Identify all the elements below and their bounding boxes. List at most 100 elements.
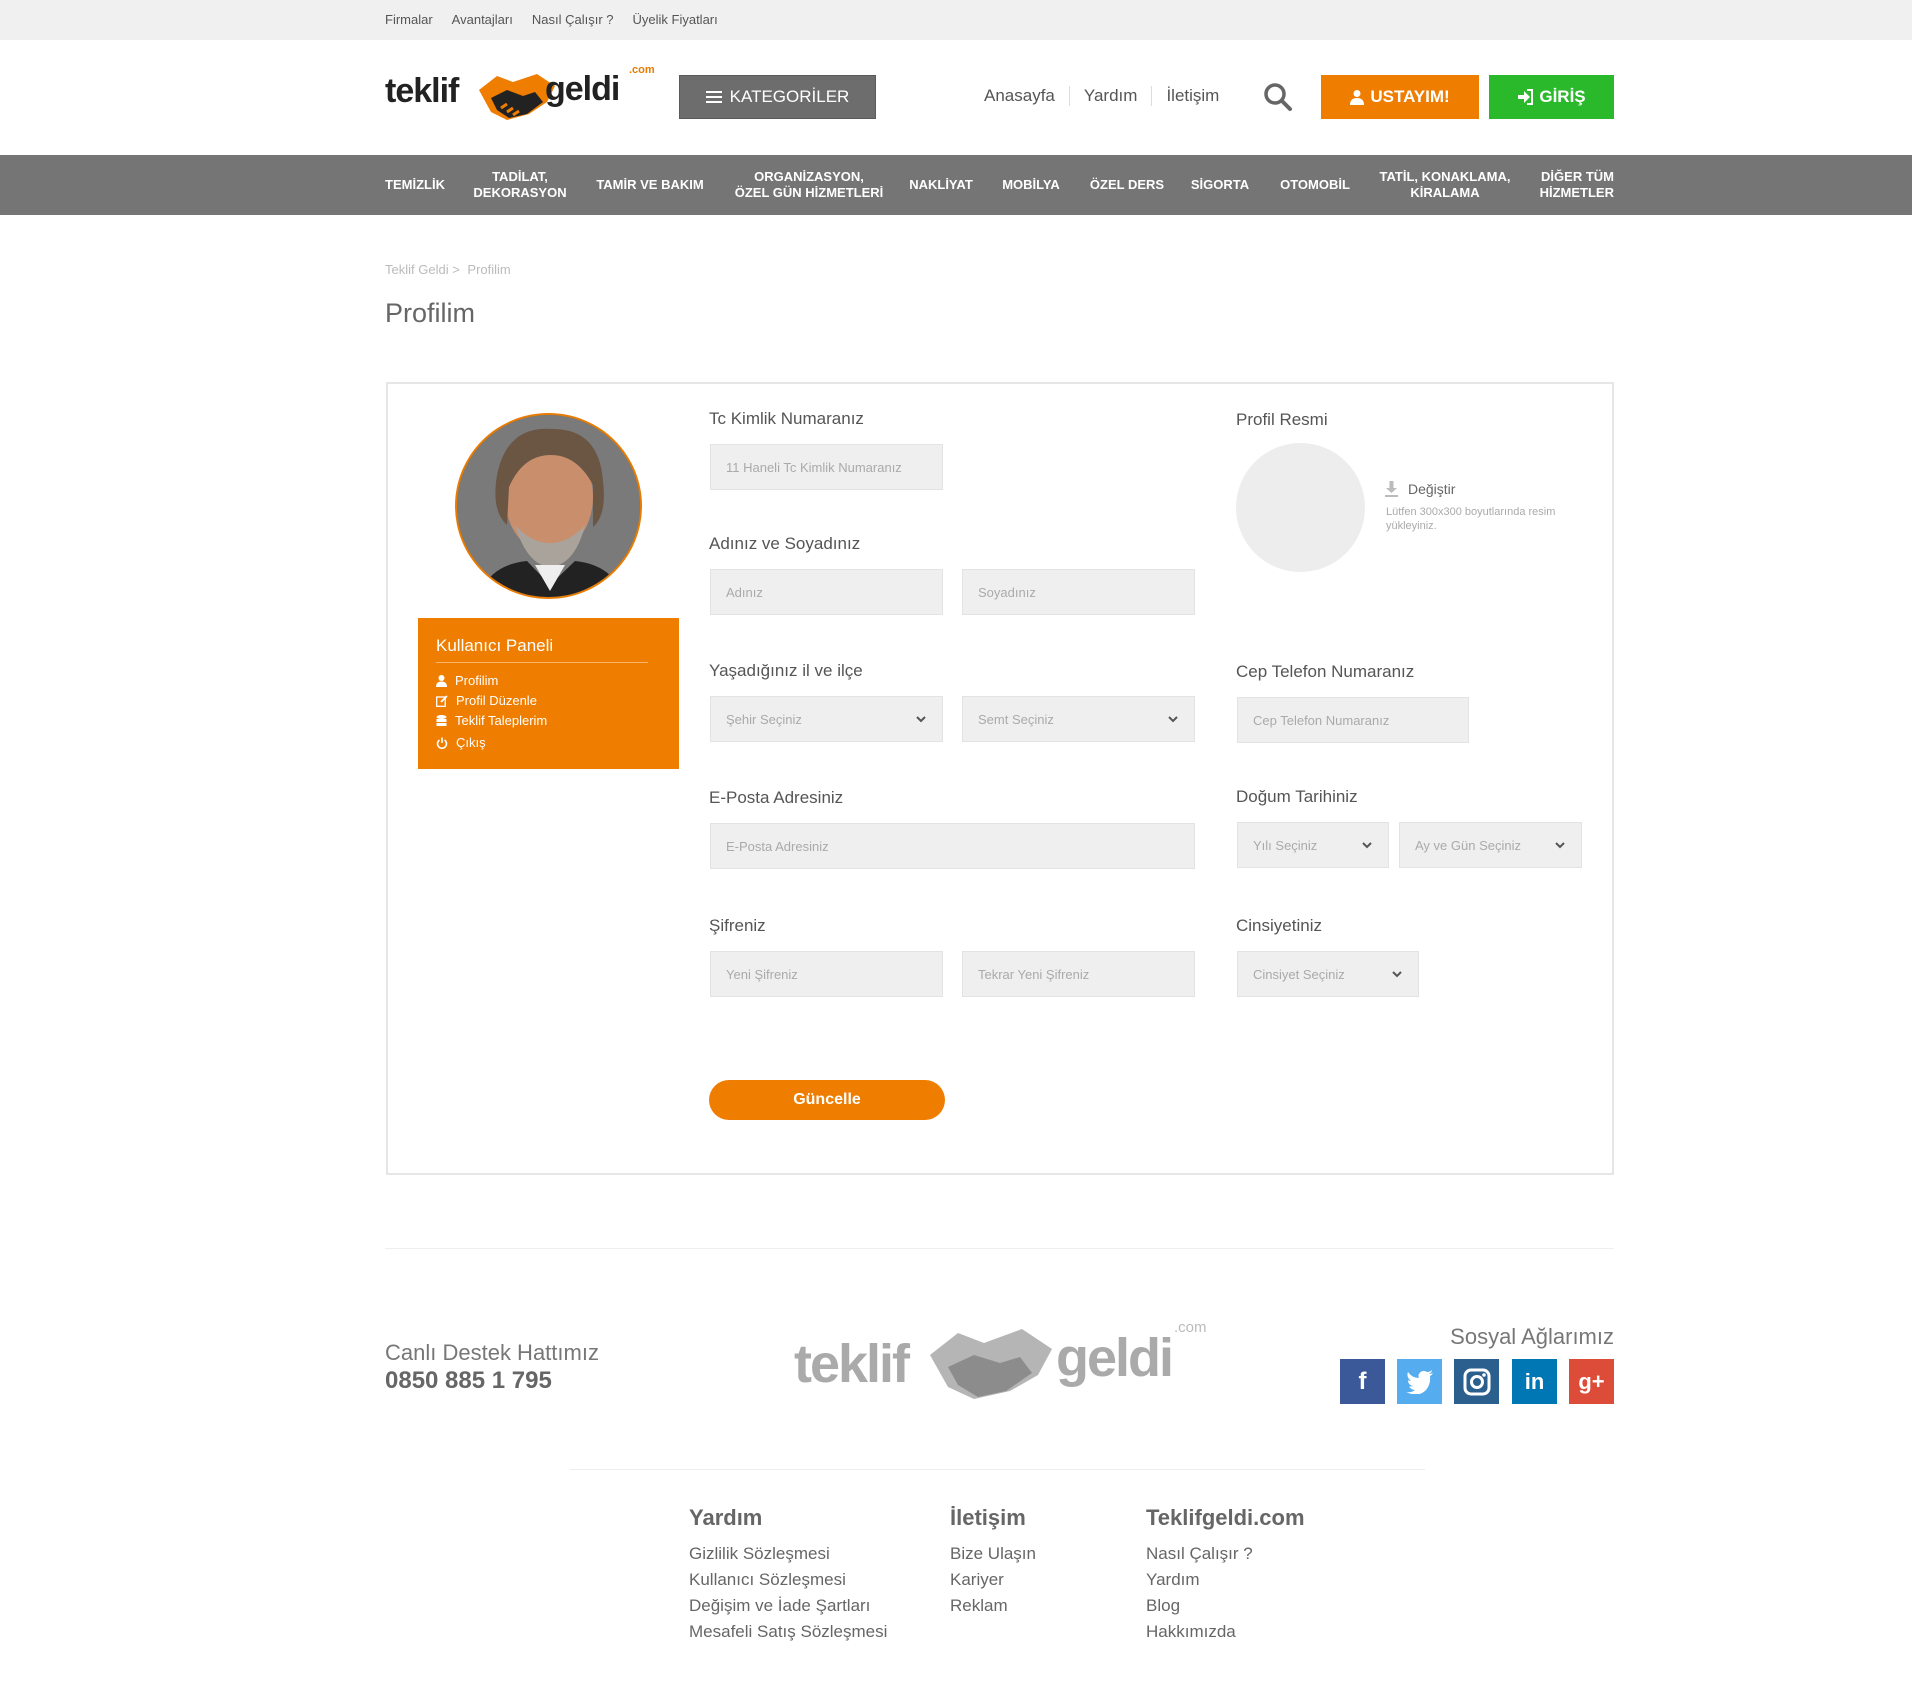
login-button[interactable]: GİRİŞ bbox=[1489, 75, 1614, 119]
category-item[interactable]: TADİLAT, DEKORASYON bbox=[470, 155, 570, 215]
footer-col-title: İletişim bbox=[950, 1505, 1026, 1530]
footer-link[interactable]: Mesafeli Satış Sözleşmesi bbox=[689, 1619, 887, 1645]
footer-link[interactable]: Bize Ulaşın bbox=[950, 1541, 1036, 1567]
facebook-icon[interactable]: f bbox=[1340, 1359, 1385, 1404]
category-item[interactable]: TAMİR VE BAKIM bbox=[594, 155, 706, 215]
nav-iletisim[interactable]: İletişim bbox=[1166, 86, 1219, 106]
category-item[interactable]: TEMİZLİK bbox=[385, 155, 445, 215]
password-label: Şifreniz bbox=[709, 916, 766, 935]
footer-link[interactable]: Gizlilik Sözleşmesi bbox=[689, 1541, 887, 1567]
birth-day-select[interactable]: Ay ve Gün Seçiniz bbox=[1399, 822, 1582, 868]
footer-col-title: Yardım bbox=[689, 1505, 763, 1530]
search-icon[interactable] bbox=[1263, 82, 1293, 112]
tc-input[interactable]: 11 Haneli Tc Kimlik Numaranız bbox=[710, 444, 943, 490]
email-label: E-Posta Adresiniz bbox=[709, 788, 844, 807]
footer-col-yardim: Yardım Gizlilik Sözleşmesi Kullanıcı Söz… bbox=[689, 1505, 887, 1645]
phone-label: Cep Telefon Numaranız bbox=[1236, 662, 1415, 681]
edit-icon bbox=[436, 694, 448, 707]
nav-anasayfa[interactable]: Anasayfa bbox=[984, 86, 1055, 106]
update-button[interactable]: Güncelle bbox=[709, 1080, 945, 1120]
breadcrumb-home[interactable]: Teklif Geldi > bbox=[385, 262, 460, 277]
photo-hint: Lütfen 300x300 boyutlarında resim yükley… bbox=[1386, 506, 1556, 532]
chevron-down-icon bbox=[916, 716, 926, 723]
panel-item-profilim[interactable]: Profilim bbox=[436, 673, 498, 688]
footer-col-iletisim: İletişim Bize Ulaşın Kariyer Reklam bbox=[950, 1505, 1036, 1619]
city-select[interactable]: Şehir Seçiniz bbox=[710, 696, 943, 742]
category-item[interactable]: TATİL, KONAKLAMA, KİRALAMA bbox=[1378, 155, 1512, 215]
category-item[interactable]: ORGANİZASYON, ÖZEL GÜN HİZMETLERİ bbox=[730, 155, 888, 215]
birth-year-select[interactable]: Yılı Seçiniz bbox=[1237, 822, 1389, 868]
menu-icon bbox=[705, 91, 722, 103]
photo-label: Profil Resmi bbox=[1236, 410, 1328, 429]
change-photo-link[interactable]: Değiştir bbox=[1385, 481, 1455, 497]
footer-link[interactable]: Nasıl Çalışır ? bbox=[1146, 1541, 1305, 1567]
footer-link[interactable]: Yardım bbox=[1146, 1567, 1305, 1593]
instagram-icon[interactable] bbox=[1454, 1359, 1499, 1404]
chevron-down-icon bbox=[1362, 842, 1372, 849]
nav-divider bbox=[1068, 86, 1070, 106]
handshake-logo-icon bbox=[930, 1329, 1052, 1399]
category-item[interactable]: SİGORTA bbox=[1190, 155, 1250, 215]
support-label: Canlı Destek Hattımız bbox=[385, 1340, 599, 1365]
chevron-down-icon bbox=[1555, 842, 1565, 849]
avatar bbox=[455, 413, 642, 599]
footer-link[interactable]: Kullanıcı Sözleşmesi bbox=[689, 1567, 887, 1593]
first-name-input[interactable]: Adınız bbox=[710, 569, 943, 615]
download-icon bbox=[1385, 481, 1398, 497]
sign-in-icon bbox=[1518, 89, 1534, 105]
google-plus-icon[interactable]: g+ bbox=[1569, 1359, 1614, 1404]
ustayim-button[interactable]: USTAYIM! bbox=[1321, 75, 1479, 119]
panel-item-cikis[interactable]: Çıkış bbox=[436, 735, 486, 750]
user-icon bbox=[1350, 90, 1365, 105]
top-bar bbox=[0, 0, 1912, 40]
panel-item-profil-duzenle[interactable]: Profil Düzenle bbox=[436, 693, 537, 708]
category-item[interactable]: ÖZEL DERS bbox=[1089, 155, 1165, 215]
tc-label: Tc Kimlik Numaranız bbox=[709, 409, 864, 428]
profile-photo-placeholder[interactable] bbox=[1236, 443, 1365, 572]
nav-yardim[interactable]: Yardım bbox=[1084, 86, 1138, 106]
categories-button[interactable]: KATEGORİLER bbox=[679, 75, 876, 119]
social-title: Sosyal Ağlarımız bbox=[1450, 1324, 1614, 1349]
top-link-avantajlar[interactable]: Avantajları bbox=[452, 12, 513, 27]
twitter-icon[interactable] bbox=[1397, 1359, 1442, 1404]
top-link-nasil-calisir[interactable]: Nasıl Çalışır ? bbox=[532, 12, 614, 27]
footer-link[interactable]: Hakkımızda bbox=[1146, 1619, 1305, 1645]
new-password-input[interactable]: Yeni Şifreniz bbox=[710, 951, 943, 997]
district-select[interactable]: Semt Seçiniz bbox=[962, 696, 1195, 742]
phone-input[interactable]: Cep Telefon Numaranız bbox=[1237, 697, 1469, 743]
main-nav: Anasayfa Yardım İletişim bbox=[984, 86, 1219, 106]
top-link-uyelik-fiyatlari[interactable]: Üyelik Fiyatları bbox=[633, 12, 718, 27]
footer-logo[interactable]: teklif geldi .com bbox=[794, 1315, 1207, 1415]
user-panel: Kullanıcı Paneli Profilim Profil Düzenle… bbox=[418, 618, 679, 769]
repeat-password-input[interactable]: Tekrar Yeni Şifreniz bbox=[962, 951, 1195, 997]
category-item[interactable]: NAKLİYAT bbox=[909, 155, 973, 215]
panel-title: Kullanıcı Paneli bbox=[436, 636, 554, 655]
category-item[interactable]: DİĞER TÜM HİZMETLER bbox=[1536, 155, 1614, 215]
linkedin-icon[interactable]: in bbox=[1512, 1359, 1557, 1404]
email-input[interactable]: E-Posta Adresiniz bbox=[710, 823, 1195, 869]
footer-divider bbox=[385, 1248, 1614, 1249]
chevron-down-icon bbox=[1168, 716, 1178, 723]
chevron-down-icon bbox=[1392, 971, 1402, 978]
panel-item-teklif-taleplerim[interactable]: Teklif Taleplerim bbox=[436, 713, 547, 728]
top-links: Firmalar Avantajları Nasıl Çalışır ? Üye… bbox=[385, 12, 718, 27]
category-item[interactable]: OTOMOBİL bbox=[1278, 155, 1352, 215]
last-name-input[interactable]: Soyadınız bbox=[962, 569, 1195, 615]
avatar-photo bbox=[457, 415, 640, 597]
footer-link[interactable]: Kariyer bbox=[950, 1567, 1036, 1593]
panel-divider bbox=[436, 662, 648, 663]
power-icon bbox=[436, 737, 448, 749]
support-phone: 0850 885 1 795 bbox=[385, 1367, 552, 1394]
gender-select[interactable]: Cinsiyet Seçiniz bbox=[1237, 951, 1419, 997]
footer-link[interactable]: Reklam bbox=[950, 1593, 1036, 1619]
top-link-firmalar[interactable]: Firmalar bbox=[385, 12, 433, 27]
footer-link[interactable]: Blog bbox=[1146, 1593, 1305, 1619]
footer-link[interactable]: Değişim ve İade Şartları bbox=[689, 1593, 887, 1619]
footer-col-teklifgeldi: Teklifgeldi.com Nasıl Çalışır ? Yardım B… bbox=[1146, 1505, 1305, 1645]
category-item[interactable]: MOBİLYA bbox=[1001, 155, 1061, 215]
site-logo[interactable]: teklif geldi .com bbox=[385, 64, 655, 130]
birth-label: Doğum Tarihiniz bbox=[1236, 787, 1358, 806]
footer-divider bbox=[570, 1469, 1425, 1470]
breadcrumb: Teklif Geldi > Profilim bbox=[385, 262, 511, 277]
gender-label: Cinsiyetiniz bbox=[1236, 916, 1322, 935]
